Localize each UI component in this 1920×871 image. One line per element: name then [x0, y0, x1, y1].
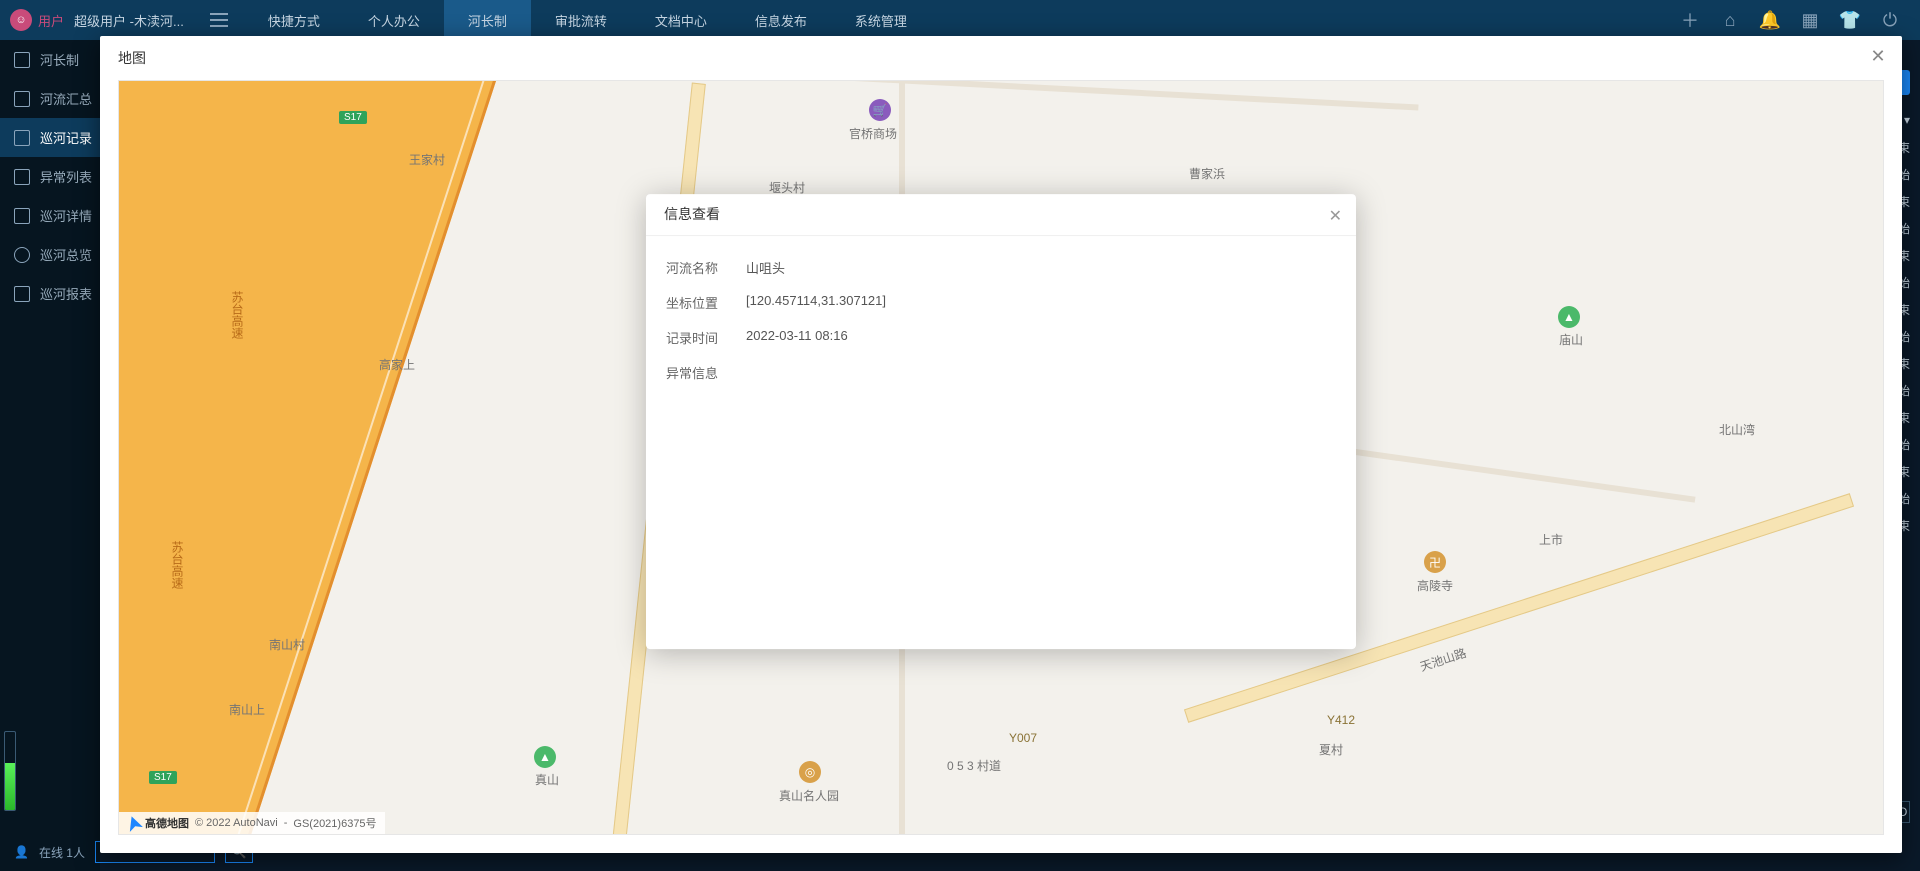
- info-dialog-body: 河流名称 山咀头 坐标位置 [120.457114,31.307121] 记录时…: [646, 236, 1356, 404]
- map-label-y007: Y007: [1009, 731, 1037, 745]
- report-icon: [14, 286, 30, 302]
- menu-icon: [210, 13, 228, 27]
- poi-shop-icon: 🛒: [869, 99, 891, 121]
- sidebar-item-river-summary[interactable]: 河流汇总: [0, 79, 100, 118]
- poi-mountain2-icon: ▲: [1558, 306, 1580, 328]
- poi-temple-icon: 卍: [1424, 551, 1446, 573]
- map-label-highwayname-b: 苏台高速: [169, 541, 186, 589]
- map-attribution: 高德地图 © 2022 AutoNavi - GS(2021)6375号: [119, 812, 385, 834]
- sidebar-item-patrol-overview[interactable]: 巡河总览: [0, 235, 100, 274]
- map-label-tianchi: 天池山路: [1418, 644, 1469, 675]
- nav-system[interactable]: 系统管理: [831, 0, 931, 40]
- amap-logo: 高德地图: [127, 815, 189, 831]
- doc-icon: [14, 52, 30, 68]
- info-close-icon[interactable]: ✕: [1329, 206, 1342, 226]
- online-icon: 👤: [14, 845, 29, 859]
- home-icon[interactable]: ⌂: [1720, 10, 1740, 30]
- sidebar-item-patrol-detail[interactable]: 巡河详情: [0, 196, 100, 235]
- poi-mountain-icon: ▲: [534, 746, 556, 768]
- sidebar-toggle[interactable]: [194, 13, 244, 27]
- nav-right: ＋ ⌂ 🔔 ▦ 👕 ⏻: [1660, 10, 1920, 30]
- map-label-cundao: 0 5 3 村道: [947, 757, 1001, 774]
- record-icon: [14, 130, 30, 146]
- info-row-river: 河流名称 山咀头: [666, 250, 1336, 285]
- map-label-caojiabang: 曹家浜: [1189, 165, 1225, 182]
- logo-icon: ☺: [10, 9, 32, 31]
- logo-area: ☺ 用户 超级用户 -木渎河...: [0, 9, 194, 31]
- map-label-gaojiashang: 高家上: [379, 356, 415, 373]
- sidebar-item-river-system[interactable]: 河长制: [0, 40, 100, 79]
- map-label-nanshanshang: 南山上: [229, 701, 265, 718]
- map-label-shangshi: 上市: [1539, 531, 1563, 548]
- map-label-guanqiao: 官桥商场: [849, 125, 897, 142]
- map-label-highwayname-a: 苏台高速: [229, 291, 246, 339]
- nav-quick[interactable]: 快捷方式: [244, 0, 344, 40]
- sidebar-item-patrol-record[interactable]: 巡河记录: [0, 118, 100, 157]
- info-dialog-header: 信息查看 ✕: [646, 194, 1356, 236]
- gear-icon: [14, 247, 30, 263]
- online-text: 在线 1人: [39, 844, 85, 861]
- map-label-xiacun: 夏村: [1319, 741, 1343, 758]
- bell-icon[interactable]: 🔔: [1760, 10, 1780, 30]
- sound-meter: [4, 731, 16, 811]
- map-label-gaolingsi: 高陵寺: [1417, 577, 1453, 594]
- map-modal-header: 地图 ✕: [100, 36, 1902, 80]
- nav-docs[interactable]: 文档中心: [631, 0, 731, 40]
- nav-info[interactable]: 信息发布: [731, 0, 831, 40]
- warn-icon: [14, 169, 30, 185]
- map-canvas[interactable]: S17 S17 苏台高速 苏台高速 🛒 官桥商场 王家村 堰头村 曹家浜 高家上…: [118, 80, 1884, 835]
- info-row-exception: 异常信息: [666, 355, 1336, 390]
- top-nav: ☺ 用户 超级用户 -木渎河... 快捷方式 个人办公 河长制 审批流转 文档中…: [0, 0, 1920, 40]
- dropdown-icon: ▾: [1904, 113, 1910, 127]
- map-label-nanshancun: 南山村: [269, 636, 305, 653]
- apps-icon[interactable]: ▦: [1800, 10, 1820, 30]
- amap-icon: [125, 814, 143, 832]
- user-label: 用户: [38, 11, 64, 30]
- info-row-time: 记录时间 2022-03-11 08:16: [666, 320, 1336, 355]
- user-name: 超级用户 -木渎河...: [74, 11, 184, 30]
- power-icon[interactable]: ⏻: [1880, 10, 1900, 30]
- road-badge-s17a: S17: [339, 111, 367, 124]
- map-label-wangjiacun: 王家村: [409, 151, 445, 168]
- poi-scenic-icon: ◎: [799, 761, 821, 783]
- theme-icon[interactable]: 👕: [1840, 10, 1860, 30]
- list-icon: [14, 91, 30, 107]
- detail-icon: [14, 208, 30, 224]
- nav-menu: 快捷方式 个人办公 河长制 审批流转 文档中心 信息发布 系统管理: [244, 0, 931, 40]
- sidebar-item-patrol-report[interactable]: 巡河报表: [0, 274, 100, 313]
- add-icon[interactable]: ＋: [1680, 10, 1700, 30]
- map-label-zhenshan: 真山: [535, 771, 559, 788]
- nav-approval[interactable]: 审批流转: [531, 0, 631, 40]
- nav-river[interactable]: 河长制: [444, 0, 531, 40]
- map-label-beishanwan: 北山湾: [1719, 421, 1755, 438]
- map-modal: 地图 ✕ S17 S17 苏台高速 苏台高速 🛒 官桥商场 王家村 堰头村 曹家…: [100, 36, 1902, 853]
- close-icon[interactable]: ✕: [1868, 46, 1888, 66]
- info-dialog-title: 信息查看: [664, 204, 720, 224]
- map-modal-title: 地图: [118, 48, 146, 68]
- sidebar-item-exception[interactable]: 异常列表: [0, 157, 100, 196]
- info-dialog: 信息查看 ✕ 河流名称 山咀头 坐标位置 [120.457114,31.3071…: [646, 194, 1356, 649]
- nav-personal[interactable]: 个人办公: [344, 0, 444, 40]
- map-label-y412: Y412: [1327, 713, 1355, 727]
- highway-shape: [118, 80, 509, 835]
- info-row-coord: 坐标位置 [120.457114,31.307121]: [666, 285, 1336, 320]
- map-label-miaoshan: 庙山: [1559, 331, 1583, 348]
- map-label-zhenshanmingren: 真山名人园: [779, 787, 839, 804]
- road-badge-s17b: S17: [149, 771, 177, 784]
